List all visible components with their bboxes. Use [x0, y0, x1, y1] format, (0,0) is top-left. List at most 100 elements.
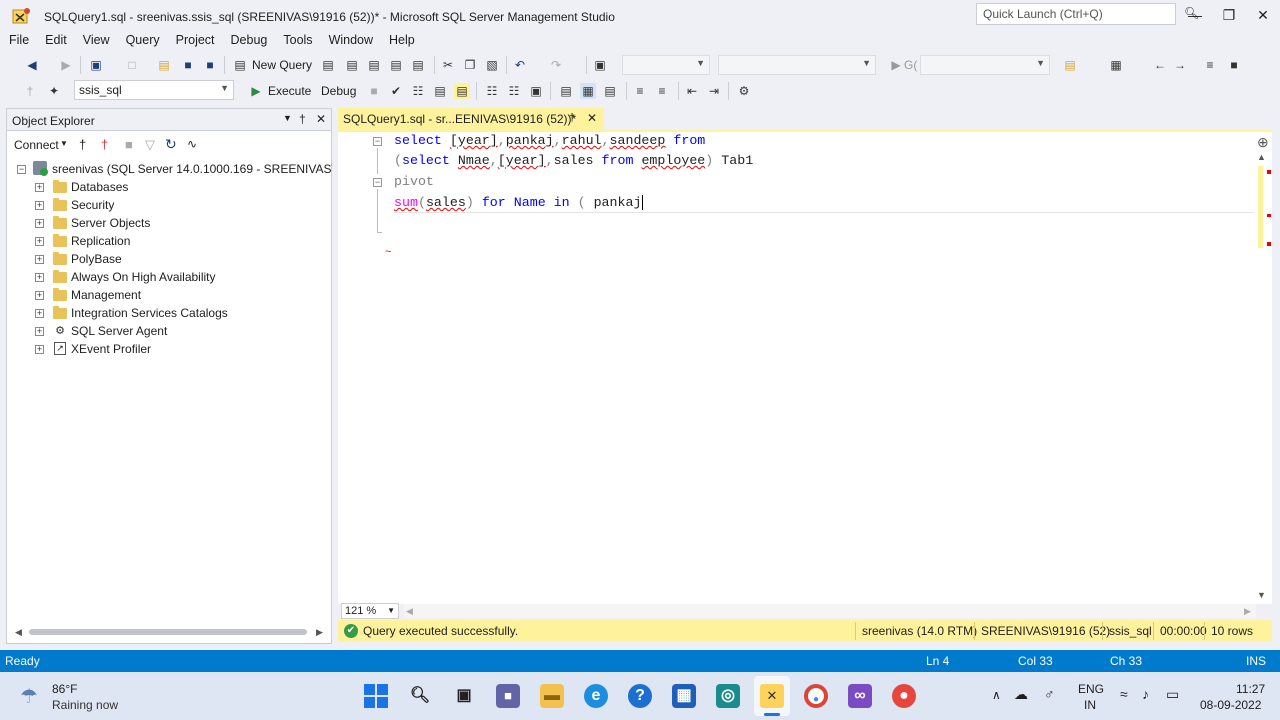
results-to-file-icon[interactable]: ▤ — [602, 83, 618, 99]
scroll-left-icon[interactable]: ◀ — [15, 627, 22, 638]
scroll-right-icon[interactable]: ▶ — [1244, 606, 1251, 617]
cancel-query-icon[interactable]: ■ — [366, 83, 382, 99]
analysis-query-icon[interactable]: ▤ — [410, 57, 426, 73]
mdx-query-icon[interactable]: ▤ — [320, 57, 336, 73]
navigate-forward-icon[interactable]: → — [1172, 57, 1188, 73]
microphone-icon[interactable]: ♂ — [1044, 686, 1055, 702]
solution-configuration-select[interactable]: ▼ — [622, 55, 710, 75]
debug-button[interactable]: Debug — [321, 84, 356, 98]
pin-icon[interactable]: † — [22, 83, 38, 99]
redo-icon[interactable]: ↷ — [548, 57, 564, 73]
activity-monitor-icon[interactable]: ∿ — [187, 137, 197, 151]
clock-date[interactable]: 08-09-2022 — [1200, 698, 1261, 712]
add-item-icon[interactable]: □ — [124, 57, 140, 73]
stop-icon[interactable]: ■ — [125, 137, 133, 152]
store-icon[interactable]: ▦ — [672, 684, 696, 708]
edge-browser-icon[interactable]: e — [584, 684, 608, 708]
connect-button[interactable]: Connect — [14, 138, 59, 152]
results-to-grid-icon[interactable]: ▦ — [580, 83, 596, 99]
close-button[interactable]: ✕ — [1248, 4, 1278, 26]
task-view-icon[interactable]: ▣ — [452, 684, 476, 708]
screen-recorder-icon[interactable]: ● — [892, 684, 916, 708]
tree-item-security[interactable]: + Security — [33, 197, 323, 215]
intellisense-icon[interactable]: ▤ — [454, 83, 470, 99]
expand-icon[interactable]: + — [35, 255, 44, 264]
expand-icon[interactable]: + — [35, 273, 44, 282]
query-options-icon[interactable]: ▤ — [432, 83, 448, 99]
scroll-thumb[interactable] — [29, 629, 307, 635]
dmx-query-icon[interactable]: ▤ — [344, 57, 360, 73]
expand-icon[interactable]: + — [35, 309, 44, 318]
fold-collapse-icon[interactable]: − — [373, 178, 382, 187]
fold-collapse-icon[interactable]: − — [373, 137, 382, 146]
lock-icon[interactable]: ■ — [1226, 57, 1242, 73]
results-to-text-icon[interactable]: ▤ — [558, 83, 574, 99]
scroll-left-icon[interactable]: ◀ — [406, 606, 413, 617]
go-label[interactable]: G( — [904, 58, 917, 72]
solution-platform-select[interactable]: ▼ — [718, 55, 876, 75]
tree-item-always-on[interactable]: + Always On High Availability — [33, 269, 323, 287]
save-icon[interactable]: ■ — [180, 57, 196, 73]
collapse-icon[interactable]: − — [17, 165, 26, 174]
expand-icon[interactable]: + — [35, 291, 44, 300]
start-button[interactable] — [364, 684, 388, 708]
copy-icon[interactable]: ❐ — [462, 57, 478, 73]
panel-menu-chevron-icon[interactable]: ▼ — [283, 113, 292, 123]
tree-item-sql-server-agent[interactable]: + ⚙ SQL Server Agent — [33, 323, 323, 341]
open-file-icon[interactable]: ▤ — [156, 57, 172, 73]
wifi-icon[interactable]: ≈ — [1120, 686, 1128, 702]
forward-icon[interactable]: ▶ — [58, 57, 74, 73]
tab-sqlquery1[interactable]: SQLQuery1.sql - sr...EENIVAS\91916 (52))… — [338, 108, 604, 130]
tree-item-xevent-profiler[interactable]: + ↗ XEvent Profiler — [33, 341, 323, 359]
menu-query[interactable]: Query — [117, 30, 167, 50]
menu-help[interactable]: Help — [380, 30, 422, 50]
expand-icon[interactable]: + — [35, 183, 44, 192]
weather-rain-icon[interactable]: ☂ — [20, 684, 38, 709]
pin-tab-icon[interactable]: † — [569, 112, 575, 124]
actual-plan-icon[interactable]: ☷ — [484, 83, 500, 99]
minimize-button[interactable]: — — [1180, 4, 1210, 26]
expand-icon[interactable]: + — [35, 201, 44, 210]
weather-temperature[interactable]: 86°F — [52, 682, 77, 696]
connect-chevron-down-icon[interactable]: ▼ — [60, 139, 68, 148]
properties-icon[interactable]: ≡ — [1202, 57, 1218, 73]
tree-item-replication[interactable]: + Replication — [33, 233, 323, 251]
scroll-down-icon[interactable]: ▼ — [1257, 590, 1266, 600]
filter-icon[interactable]: ▽ — [145, 137, 155, 153]
teams-chat-icon[interactable]: ■ — [496, 684, 520, 708]
help-icon[interactable]: ? — [628, 684, 652, 708]
menu-debug[interactable]: Debug — [222, 30, 275, 50]
chrome-icon[interactable]: ● — [804, 684, 828, 708]
menu-file[interactable]: File — [0, 30, 36, 50]
paste-icon[interactable]: ▧ — [484, 57, 500, 73]
refresh-icon[interactable]: ↻ — [165, 136, 177, 153]
back-icon[interactable]: ◀ — [24, 57, 40, 73]
live-stats-icon[interactable]: ☷ — [506, 83, 522, 99]
app-icon[interactable]: ◎ — [716, 684, 740, 708]
available-databases-select[interactable]: ssis_sql ▼ — [74, 80, 234, 100]
solution-configurations-icon[interactable]: ▣ — [592, 57, 608, 73]
parse-icon[interactable]: ✔ — [388, 83, 404, 99]
weather-status[interactable]: Raining now — [52, 698, 118, 712]
split-view-icon[interactable]: ⊕ — [1257, 134, 1269, 151]
server-node[interactable]: − sreenivas (SQL Server 14.0.1000.169 - … — [15, 161, 332, 179]
expand-icon[interactable]: + — [35, 327, 44, 336]
ssms-taskbar-button[interactable]: ✕ — [754, 676, 790, 716]
execute-icon[interactable]: ▶ — [248, 83, 264, 99]
close-tab-icon[interactable]: ✕ — [587, 111, 597, 125]
menu-window[interactable]: Window — [320, 30, 380, 50]
menu-tools[interactable]: Tools — [274, 30, 319, 50]
save-all-icon[interactable]: ■ — [202, 57, 218, 73]
connect-plug-icon[interactable]: † — [79, 137, 86, 152]
query-editor[interactable]: − − ~ select [year],pankaj,rahul,sandeep… — [338, 130, 1272, 604]
visual-studio-icon[interactable]: ∞ — [848, 684, 872, 708]
cut-icon[interactable]: ✂ — [440, 57, 456, 73]
restore-button[interactable]: ❐ — [1214, 4, 1244, 26]
dax-query-icon[interactable]: ▤ — [388, 57, 404, 73]
tree-item-server-objects[interactable]: + Server Objects — [33, 215, 323, 233]
onedrive-icon[interactable]: ☁ — [1014, 686, 1028, 703]
specify-values-icon[interactable]: ⚙ — [736, 83, 752, 99]
go-icon[interactable]: ▶ — [888, 57, 904, 73]
new-project-icon[interactable]: ▣ — [88, 57, 104, 73]
show-hidden-icons-chevron-icon[interactable]: ∧ — [992, 688, 1001, 702]
